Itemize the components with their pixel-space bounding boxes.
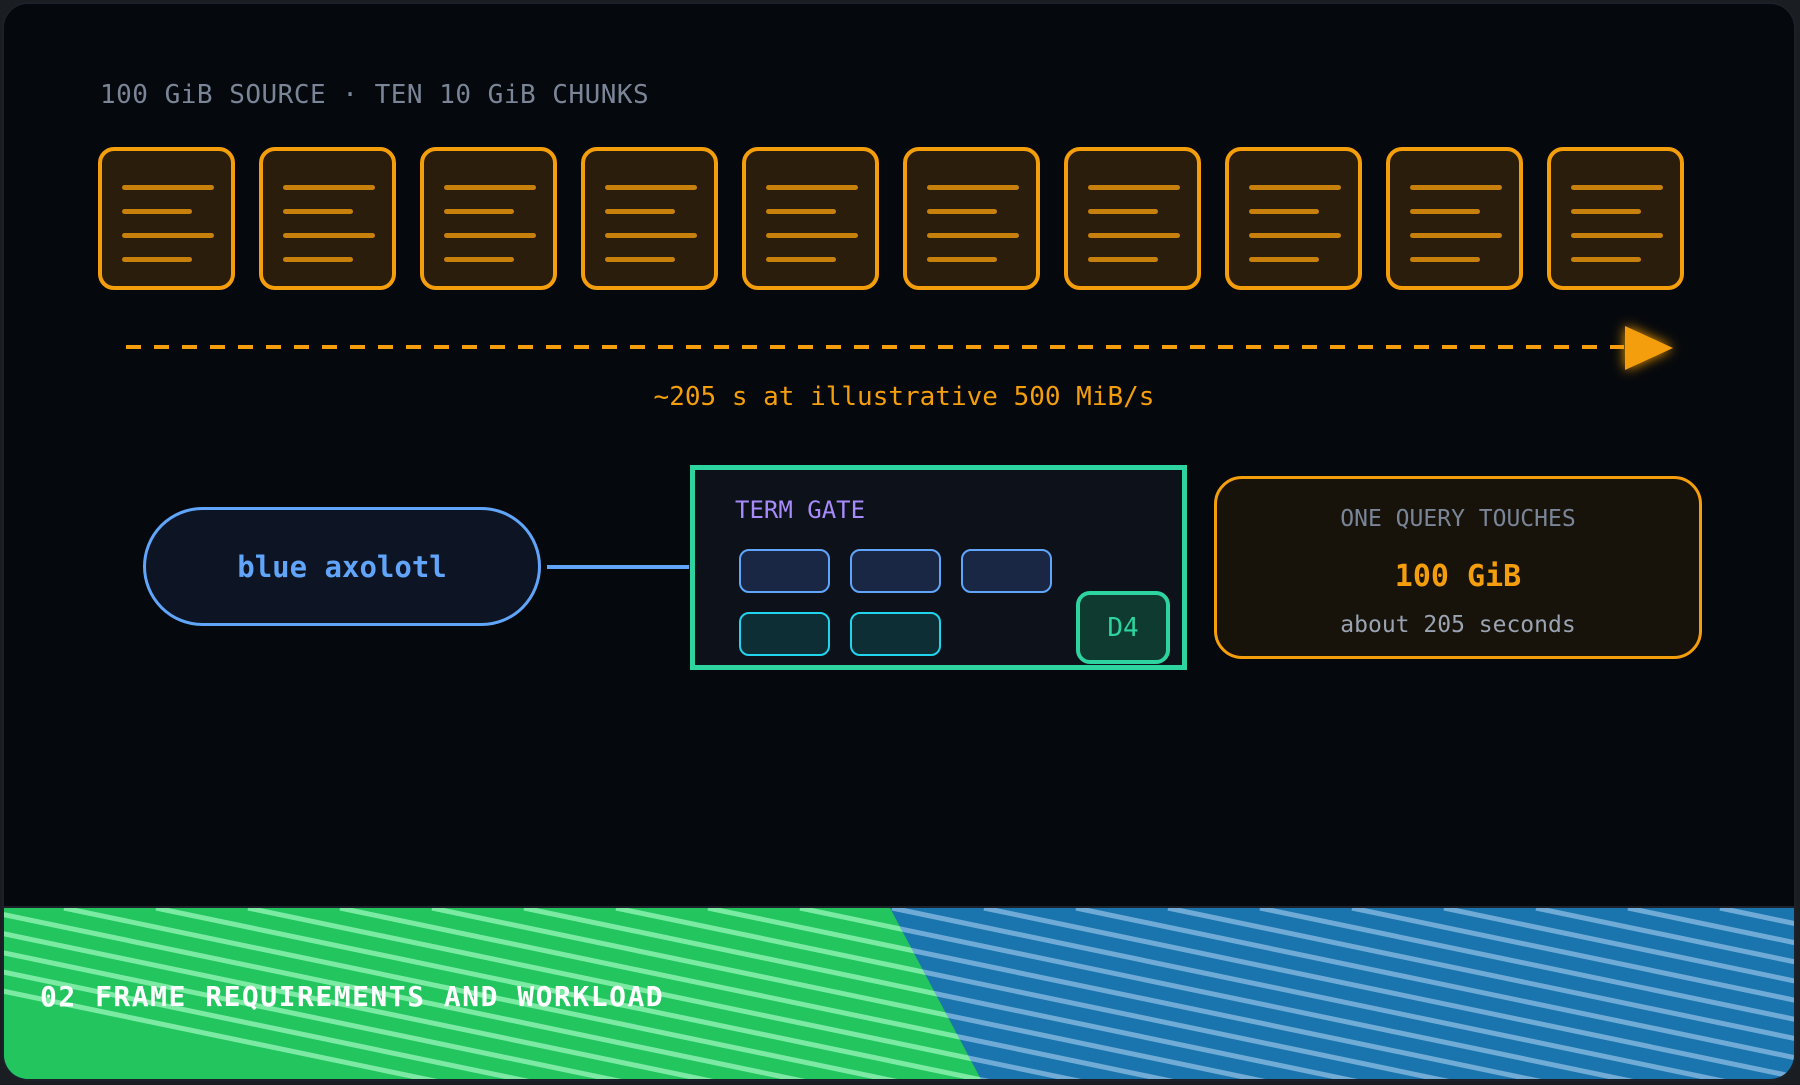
term-gate-highlight: D4 (1076, 591, 1170, 664)
scan-arrowhead-icon (1625, 326, 1673, 370)
touch-heading: ONE QUERY TOUCHES (1340, 506, 1576, 532)
term-slot (850, 549, 941, 593)
term-slot (739, 612, 830, 656)
query-pill: blue axolotl (143, 507, 541, 626)
term-slot (739, 549, 830, 593)
banner-title: 02 FRAME REQUIREMENTS AND WORKLOAD (40, 980, 665, 1013)
scan-time-label: ~205 s at illustrative 500 MiB/s (653, 382, 1155, 412)
touch-time: about 205 seconds (1340, 612, 1576, 638)
term-gate-title: TERM GATE (735, 496, 866, 524)
scan-arrow (126, 326, 1673, 370)
touch-size: 100 GiB (1394, 559, 1522, 594)
term-gate-box: TERM GATE D4 (690, 465, 1187, 670)
term-slot (961, 549, 1052, 593)
section-banner: 02 FRAME REQUIREMENTS AND WORKLOAD (4, 906, 1794, 1079)
query-connector (547, 565, 689, 569)
touch-summary-box: ONE QUERY TOUCHES 100 GiB about 205 seco… (1214, 476, 1702, 659)
diagram-frame: 100 GiB SOURCE · TEN 10 GiB CHUNKS ~205 … (2, 2, 1796, 1081)
term-slot (850, 612, 941, 656)
